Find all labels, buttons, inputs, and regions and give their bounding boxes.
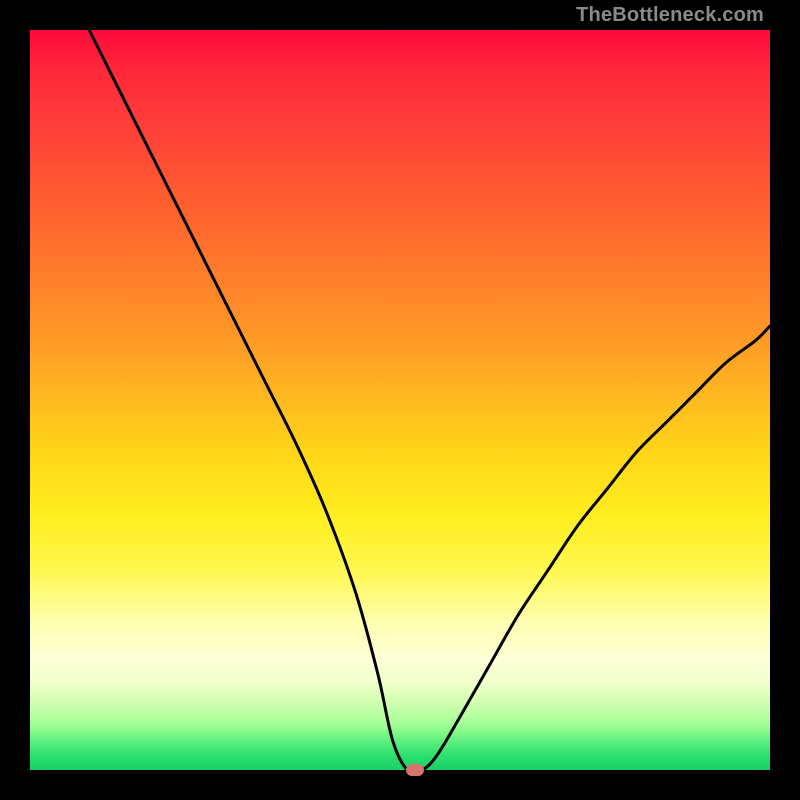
optimum-marker xyxy=(406,764,424,776)
bottleneck-curve xyxy=(30,30,770,770)
chart-frame: TheBottleneck.com xyxy=(0,0,800,800)
plot-area xyxy=(30,30,770,770)
watermark-text: TheBottleneck.com xyxy=(576,4,764,27)
